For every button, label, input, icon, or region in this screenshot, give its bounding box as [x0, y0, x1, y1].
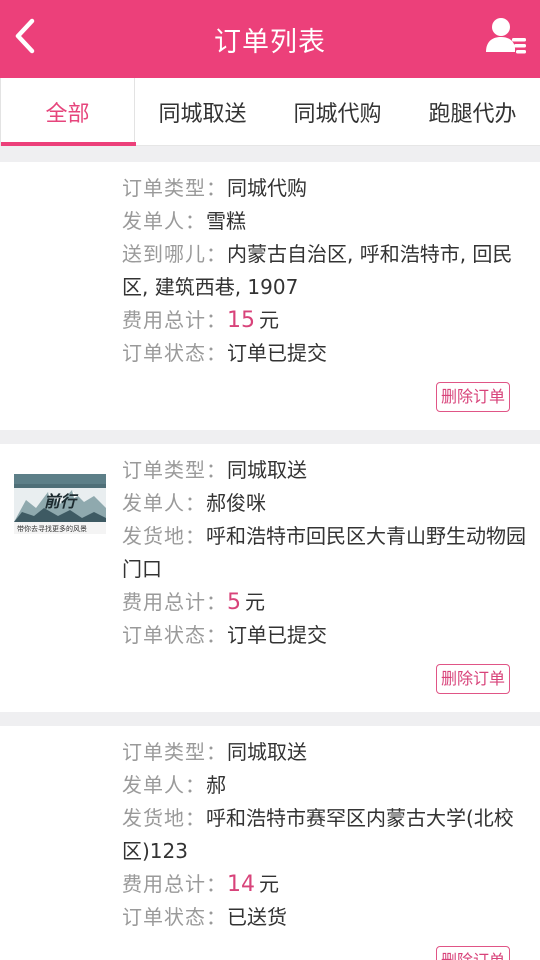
order-card[interactable]: 订单类型：同城取送 发单人：郝 发货地：呼和浩特市赛罕区内蒙古大学(北校区)12…: [0, 726, 540, 960]
order-fields: 订单类型：同城取送 发单人：郝 发货地：呼和浩特市赛罕区内蒙古大学(北校区)12…: [122, 736, 526, 934]
cost-row: 费用总计：15 元: [122, 304, 526, 337]
cost-unit: 元: [245, 590, 265, 614]
order-card[interactable]: 前行 带你去寻找更多的风景 订单类型：同城取送 发单人：郝俊咪 发货地：呼和浩特…: [0, 444, 540, 712]
status-value: 已送货: [227, 905, 287, 929]
sender-row: 发单人：郝: [122, 769, 526, 802]
order-type-value: 同城取送: [227, 458, 307, 482]
address-label: 送到哪儿：: [122, 242, 227, 266]
page-title: 订单列表: [214, 26, 326, 58]
order-type-label: 订单类型：: [122, 458, 227, 482]
status-value: 订单已提交: [227, 341, 327, 365]
order-type-value: 同城取送: [227, 740, 307, 764]
tab-errand[interactable]: 跑腿代办: [405, 78, 540, 146]
app-header: 订单列表: [0, 0, 540, 78]
address-row: 发货地：呼和浩特市回民区大青山野生动物园门口: [122, 520, 526, 586]
thumbnail-caption: 带你去寻找更多的风景: [17, 525, 87, 533]
address-label: 发货地：: [122, 524, 206, 548]
status-label: 订单状态：: [122, 341, 227, 365]
sender-label: 发单人：: [122, 209, 206, 233]
cost-row: 费用总计：5 元: [122, 586, 526, 619]
address-row: 发货地：呼和浩特市赛罕区内蒙古大学(北校区)123: [122, 802, 526, 868]
cost-value: 5: [227, 590, 241, 615]
order-type-row: 订单类型：同城取送: [122, 454, 526, 487]
status-value: 订单已提交: [227, 623, 327, 647]
cost-unit: 元: [259, 308, 279, 332]
sender-value: 郝: [206, 773, 226, 797]
order-list: 订单类型：同城代购 发单人：雪糕 送到哪儿：内蒙古自治区, 呼和浩特市, 回民区…: [0, 162, 540, 960]
address-label: 发货地：: [122, 806, 206, 830]
address-row: 送到哪儿：内蒙古自治区, 呼和浩特市, 回民区, 建筑西巷, 1907: [122, 238, 526, 304]
user-list-icon: [486, 18, 526, 54]
cost-value: 15: [227, 308, 255, 333]
delete-order-button[interactable]: 删除订单: [435, 946, 510, 960]
status-row: 订单状态：已送货: [122, 901, 526, 934]
status-row: 订单状态：订单已提交: [122, 619, 526, 652]
user-menu-button[interactable]: [486, 16, 528, 56]
order-fields: 订单类型：同城取送 发单人：郝俊咪 发货地：呼和浩特市回民区大青山野生动物园门口…: [122, 454, 526, 652]
cost-value: 14: [227, 872, 255, 897]
sender-value: 雪糕: [206, 209, 246, 233]
order-list-page: 订单列表 全部 同城取送 同城代购 跑腿代办 订单类型：同城代购 发单人：雪糕 …: [0, 0, 540, 960]
order-fields: 订单类型：同城代购 发单人：雪糕 送到哪儿：内蒙古自治区, 呼和浩特市, 回民区…: [122, 172, 526, 370]
order-type-value: 同城代购: [227, 176, 307, 200]
tab-city-pickup-delivery[interactable]: 同城取送: [135, 78, 270, 146]
sender-row: 发单人：郝俊咪: [122, 487, 526, 520]
thumbnail-title: 前行: [44, 492, 77, 511]
order-tabs: 全部 同城取送 同城代购 跑腿代办: [0, 78, 540, 146]
sender-label: 发单人：: [122, 491, 206, 515]
delete-order-button[interactable]: 删除订单: [435, 382, 510, 412]
tab-all[interactable]: 全部: [0, 78, 136, 146]
cost-unit: 元: [259, 872, 279, 896]
cost-label: 费用总计：: [122, 308, 227, 332]
order-type-row: 订单类型：同城取送: [122, 736, 526, 769]
status-label: 订单状态：: [122, 623, 227, 647]
sender-value: 郝俊咪: [206, 491, 266, 515]
cost-label: 费用总计：: [122, 872, 227, 896]
status-label: 订单状态：: [122, 905, 227, 929]
status-row: 订单状态：订单已提交: [122, 337, 526, 370]
cost-label: 费用总计：: [122, 590, 227, 614]
order-type-row: 订单类型：同城代购: [122, 172, 526, 205]
tab-city-purchase[interactable]: 同城代购: [270, 78, 405, 146]
order-type-label: 订单类型：: [122, 740, 227, 764]
cost-row: 费用总计：14 元: [122, 868, 526, 901]
delete-order-button[interactable]: 删除订单: [435, 664, 510, 694]
order-type-label: 订单类型：: [122, 176, 227, 200]
sender-label: 发单人：: [122, 773, 206, 797]
order-thumbnail: 前行 带你去寻找更多的风景: [14, 474, 106, 534]
sender-row: 发单人：雪糕: [122, 205, 526, 238]
order-card[interactable]: 订单类型：同城代购 发单人：雪糕 送到哪儿：内蒙古自治区, 呼和浩特市, 回民区…: [0, 162, 540, 430]
